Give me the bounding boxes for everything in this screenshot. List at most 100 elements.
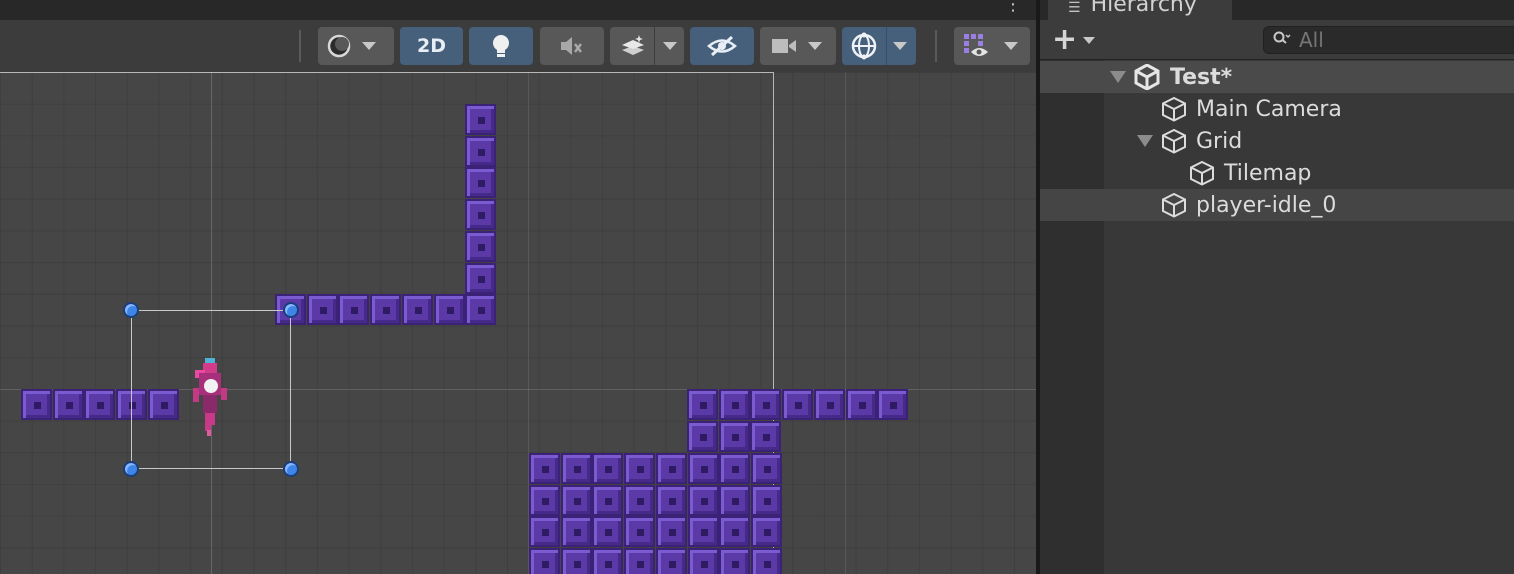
tile-block [529,516,560,547]
tile-block [465,167,496,198]
chevron-down-icon [893,42,907,50]
tab-hierarchy[interactable]: ☰ Hierarchy [1048,0,1232,20]
tile-block [465,263,496,294]
scene-layers-dropdown[interactable] [954,27,1030,65]
hierarchy-row-scene[interactable]: Test* [1040,61,1514,93]
tile-block [656,485,687,516]
hierarchy-row-main-camera[interactable]: Main Camera [1040,93,1514,125]
tile-block [750,389,781,420]
tile-block [751,548,782,574]
expand-arrow-icon[interactable] [1137,135,1153,147]
2d-mode-toggle[interactable]: 2D [400,27,463,65]
hierarchy-toolbar: + [1040,20,1514,60]
tile-block [434,294,465,325]
tile-block [338,294,369,325]
scene-effects-dropdown[interactable] [610,27,684,65]
chevron-down-icon [663,42,677,50]
gameobject-cube-icon [1161,96,1187,122]
tile-block [750,421,781,452]
gizmos-dropdown[interactable] [842,27,916,65]
speaker-muted-icon [559,35,585,57]
draw-mode-dropdown[interactable] [318,27,394,65]
hierarchy-tab-bar: ☰ Hierarchy [1040,0,1514,20]
rect-handle-bottom-right[interactable] [283,461,299,477]
more-options-icon[interactable]: ⋮ [1004,0,1022,18]
scene-view[interactable]: ⋮ 2D [0,0,1036,574]
tile-block [719,516,750,547]
hierarchy-row-tilemap[interactable]: Tilemap [1040,157,1514,189]
tile-block [370,294,401,325]
tile-block [592,516,623,547]
tile-block [561,453,592,484]
shaded-sphere-icon [327,34,351,58]
tile-block [751,453,782,484]
scene-visibility-toggle[interactable] [690,27,754,65]
hierarchy-row-label: Grid [1196,128,1243,154]
tile-block [688,516,719,547]
tile-block [751,485,782,516]
tile-block [688,485,719,516]
tile-block [624,485,655,516]
scene-toolbar: 2D [0,20,1036,72]
tile-block [592,548,623,574]
tile-block [402,294,433,325]
hierarchy-panel: ☰ Hierarchy + Test* Main Camera [1040,0,1514,574]
tile-block [687,389,718,420]
hierarchy-row-grid[interactable]: Grid [1040,125,1514,157]
chevron-down-icon [808,42,822,50]
scene-audio-toggle[interactable] [540,27,604,65]
tile-block [307,294,338,325]
chevron-down-icon [362,42,376,50]
hierarchy-row-player-idle[interactable]: player-idle_0 [1040,189,1514,221]
scene-camera-dropdown[interactable] [760,27,836,65]
tile-block [656,516,687,547]
chevron-down-icon [1004,42,1018,50]
gameobject-cube-icon [1161,128,1187,154]
gameobject-cube-icon [1189,160,1215,186]
rect-handle-bottom-left[interactable] [123,461,139,477]
tile-block [592,485,623,516]
tile-block [719,485,750,516]
hierarchy-row-label: Main Camera [1196,96,1342,122]
player-sprite[interactable] [189,358,231,438]
tile-block [529,453,560,484]
tile-block [561,548,592,574]
tile-block [465,136,496,167]
create-dropdown-button[interactable]: + [1052,24,1102,56]
hierarchy-row-label: Test* [1170,64,1233,90]
lightbulb-icon [490,33,512,59]
scene-canvas[interactable] [0,72,1036,574]
tile-block [561,516,592,547]
search-input[interactable] [1299,28,1499,52]
scene-lighting-toggle[interactable] [469,27,533,65]
tile-block [624,453,655,484]
video-camera-icon [771,36,797,56]
tile-block [465,294,496,325]
tile-block [656,548,687,574]
toolbar-separator [935,30,937,62]
grid-eye-icon [962,32,990,60]
tile-block [624,548,655,574]
rect-handle-top-right[interactable] [283,302,299,318]
gameobject-cube-icon [1161,192,1187,218]
tab-hierarchy-label: Hierarchy [1090,0,1197,17]
gizmo-globe-icon [850,32,878,60]
hierarchy-row-label: Tilemap [1224,160,1312,186]
list-icon: ☰ [1068,0,1081,16]
tile-block [846,389,877,420]
tile-block [529,548,560,574]
expand-arrow-icon[interactable] [1110,71,1126,83]
hierarchy-search[interactable] [1263,26,1514,54]
tile-block [84,389,115,420]
tile-block [465,104,496,135]
chevron-down-icon [1083,36,1096,44]
tile-block [877,389,908,420]
tile-block [719,548,750,574]
search-icon [1273,31,1291,49]
split-divider [886,27,887,65]
scene-tab-strip [0,0,1036,20]
rect-handle-top-left[interactable] [123,302,139,318]
tile-block [687,421,718,452]
plus-icon: + [1052,22,1078,57]
hierarchy-row-label: player-idle_0 [1196,192,1337,218]
